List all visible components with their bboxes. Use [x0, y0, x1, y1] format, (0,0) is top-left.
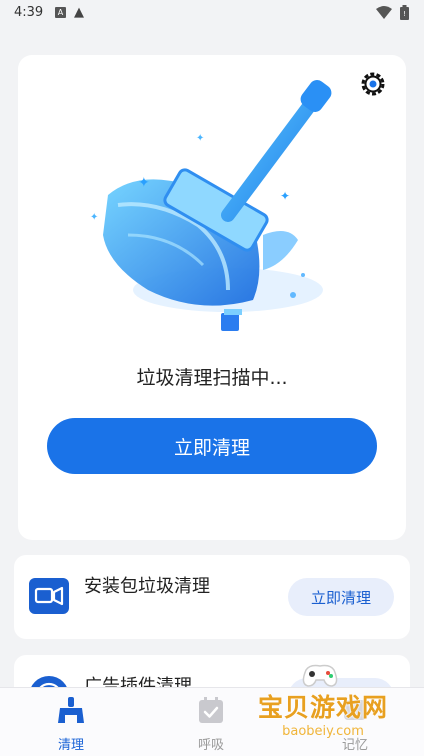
nav-label-breath: 呼吸 — [197, 738, 224, 753]
svg-text:✦: ✦ — [138, 175, 150, 191]
svg-text:✦: ✦ — [90, 212, 98, 223]
settings-button[interactable] — [358, 69, 388, 99]
bottom-navigation: 清理 呼吸 记忆 — [0, 687, 424, 756]
scan-status-text: 垃圾清理扫描中... — [136, 367, 288, 389]
nav-item-memory[interactable]: 记忆 — [305, 688, 405, 756]
nav-item-breath[interactable]: 呼吸 — [161, 688, 261, 756]
apk-cleanup-title: 安装包垃圾清理 — [84, 576, 210, 597]
apk-cleanup-card: 安装包垃圾清理 立即清理 — [14, 555, 410, 639]
status-time: 4:39 — [14, 5, 44, 20]
apk-package-icon — [29, 578, 69, 614]
hero-card: ✦ ✦ ✦ ✦ 垃圾清理扫描中... 立即清理 — [18, 55, 406, 540]
broom-illustration: ✦ ✦ ✦ ✦ — [90, 80, 332, 331]
notification-a-icon: A — [55, 7, 66, 18]
apk-cleanup-button[interactable]: 立即清理 — [288, 578, 394, 616]
svg-text:✦: ✦ — [280, 189, 290, 203]
wifi-icon — [376, 6, 392, 19]
memory-icon — [344, 700, 366, 720]
status-bar: 4:39 A ▲ ! — [0, 0, 424, 28]
battery-icon: ! — [400, 5, 409, 20]
broom-icon — [58, 697, 84, 723]
svg-text:!: ! — [403, 10, 406, 18]
warning-icon: ▲ — [74, 5, 84, 20]
calendar-check-icon — [199, 697, 223, 723]
svg-text:✦: ✦ — [196, 133, 204, 144]
nav-item-clean[interactable]: 清理 — [21, 688, 121, 756]
nav-label-memory: 记忆 — [341, 738, 368, 753]
nav-label-clean: 清理 — [57, 738, 84, 753]
clean-now-button[interactable]: 立即清理 — [47, 418, 377, 474]
